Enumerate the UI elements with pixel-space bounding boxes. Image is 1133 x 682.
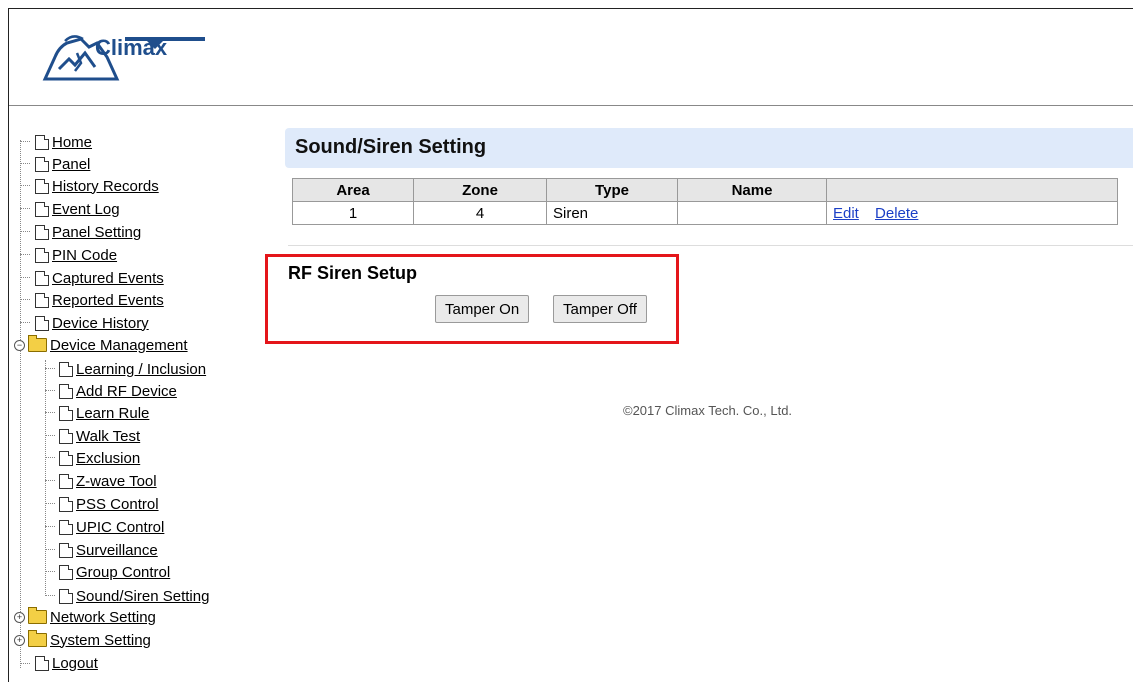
page-icon (35, 156, 49, 172)
nav-item-logout[interactable]: Logout (35, 652, 98, 674)
page-icon (35, 315, 49, 331)
nav-item-add-rf-device[interactable]: Add RF Device (59, 380, 177, 402)
page-icon (59, 405, 73, 421)
nav-item-label[interactable]: Z-wave Tool (76, 473, 157, 490)
folder-icon (28, 607, 47, 624)
page-title: Sound/Siren Setting (295, 136, 487, 158)
nav-item-pss-control[interactable]: PSS Control (59, 493, 159, 515)
column-header-zone: Zone (413, 178, 547, 202)
nav-item-group-control[interactable]: Group Control (59, 561, 170, 583)
nav-item-pin-code[interactable]: PIN Code (35, 244, 117, 266)
table-row: 1 4 Siren Edit Delete (292, 201, 1118, 225)
tamper-off-button[interactable]: Tamper Off (553, 295, 647, 323)
nav-item-label[interactable]: Event Log (52, 201, 120, 218)
nav-item-label[interactable]: System Setting (50, 632, 151, 649)
column-header-area: Area (292, 178, 414, 202)
nav-item-label[interactable]: Add RF Device (76, 383, 177, 400)
nav-item-label[interactable]: Logout (52, 655, 98, 672)
page-icon (59, 383, 73, 399)
page-icon (59, 428, 73, 444)
page-icon (35, 178, 49, 194)
nav-item-captured-events[interactable]: Captured Events (35, 267, 164, 289)
page-icon (59, 473, 73, 489)
siren-table: Area Zone Type Name 1 4 Siren Edit Delet… (292, 178, 1118, 225)
column-header-name: Name (677, 178, 827, 202)
page-icon (35, 201, 49, 217)
table-header-row: Area Zone Type Name (292, 178, 1118, 202)
page-icon (59, 564, 73, 580)
column-header-type: Type (546, 178, 678, 202)
nav-item-surveillance[interactable]: Surveillance (59, 539, 158, 561)
edit-link[interactable]: Edit (833, 205, 859, 222)
nav-item-label[interactable]: Surveillance (76, 542, 158, 559)
page-icon (59, 519, 73, 535)
nav-item-label[interactable]: Home (52, 134, 92, 151)
cell-name (677, 201, 827, 225)
delete-link[interactable]: Delete (875, 205, 918, 222)
page-icon (35, 292, 49, 308)
nav-item-home[interactable]: Home (35, 131, 92, 153)
nav-item-label[interactable]: Device Management (50, 337, 188, 354)
nav-item-label[interactable]: Learn Rule (76, 405, 149, 422)
nav-item-panel-setting[interactable]: Panel Setting (35, 221, 141, 243)
nav-folder-device-management[interactable]: − Device Management (14, 334, 188, 356)
page-icon (35, 247, 49, 263)
page-icon (59, 450, 73, 466)
copyright-footer: ©2017 Climax Tech. Co., Ltd. (623, 403, 793, 418)
nav-item-history-records[interactable]: History Records (35, 175, 159, 197)
nav-item-label[interactable]: Exclusion (76, 450, 140, 467)
cell-zone: 4 (413, 201, 547, 225)
nav-item-label[interactable]: Sound/Siren Setting (76, 588, 209, 605)
nav-item-device-history[interactable]: Device History (35, 312, 149, 334)
page-icon (35, 270, 49, 286)
nav-item-label[interactable]: Device History (52, 315, 149, 332)
nav-item-label[interactable]: Network Setting (50, 609, 156, 626)
rf-siren-title: RF Siren Setup (288, 263, 418, 283)
brand-name: Climax (95, 35, 168, 60)
nav-item-label[interactable]: History Records (52, 178, 159, 195)
nav-item-label[interactable]: PIN Code (52, 247, 117, 264)
column-header-actions (826, 178, 1118, 202)
folder-icon (28, 630, 47, 647)
nav-item-reported-events[interactable]: Reported Events (35, 289, 164, 311)
nav-item-label[interactable]: Captured Events (52, 270, 164, 287)
nav-item-panel[interactable]: Panel (35, 153, 90, 175)
nav-item-label[interactable]: PSS Control (76, 496, 159, 513)
cell-actions: Edit Delete (826, 201, 1118, 225)
page-icon (59, 588, 73, 604)
nav-item-z-wave-tool[interactable]: Z-wave Tool (59, 470, 157, 492)
nav-item-label[interactable]: Learning / Inclusion (76, 361, 206, 378)
page-icon (59, 496, 73, 512)
page-icon (59, 361, 73, 377)
page-icon (59, 542, 73, 558)
nav-item-label[interactable]: Panel (52, 156, 90, 173)
nav-item-label[interactable]: Walk Test (76, 428, 140, 445)
cell-type: Siren (546, 201, 678, 225)
page-icon (35, 134, 49, 150)
tamper-on-button[interactable]: Tamper On (435, 295, 530, 323)
nav-item-walk-test[interactable]: Walk Test (59, 425, 140, 447)
page-icon (35, 224, 49, 240)
nav-item-learning-inclusion[interactable]: Learning / Inclusion (59, 358, 206, 380)
header: Climax (9, 9, 1133, 106)
expand-icon[interactable]: + (14, 611, 25, 623)
divider (288, 245, 1133, 246)
cell-area: 1 (292, 201, 414, 225)
expand-icon[interactable]: + (14, 634, 25, 646)
nav-item-upic-control[interactable]: UPIC Control (59, 516, 164, 538)
nav-item-label[interactable]: Panel Setting (52, 224, 141, 241)
folder-open-icon (28, 335, 47, 352)
nav-item-sound-siren-setting[interactable]: Sound/Siren Setting (59, 585, 209, 607)
page-icon (35, 655, 49, 671)
nav-item-event-log[interactable]: Event Log (35, 198, 120, 220)
nav-item-label[interactable]: Group Control (76, 564, 170, 581)
collapse-icon[interactable]: − (14, 339, 25, 351)
nav-item-exclusion[interactable]: Exclusion (59, 447, 140, 469)
nav-folder-system-setting[interactable]: + System Setting (14, 629, 151, 651)
nav-item-learn-rule[interactable]: Learn Rule (59, 402, 149, 424)
nav-item-label[interactable]: UPIC Control (76, 519, 164, 536)
nav-item-label[interactable]: Reported Events (52, 292, 164, 309)
nav-folder-network-setting[interactable]: + Network Setting (14, 606, 156, 628)
